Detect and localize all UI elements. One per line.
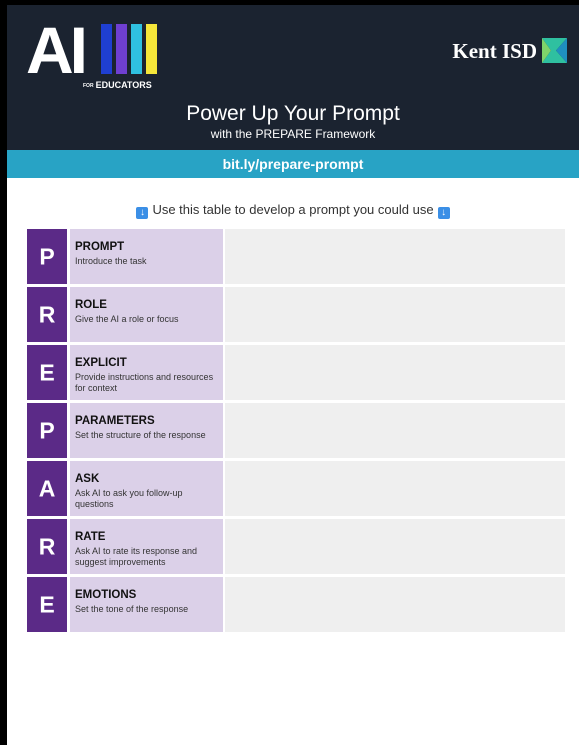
prompt-entry-cell[interactable]: [225, 519, 565, 574]
row-name: PARAMETERS: [75, 415, 155, 427]
prompt-entry-cell[interactable]: [225, 229, 565, 284]
prompt-link[interactable]: bit.ly/prepare-prompt: [223, 150, 364, 178]
document-page: AI FOR EDUCATORS Kent ISD Power Up Your P…: [7, 5, 579, 745]
row-desc: Ask AI to rate its response and suggest …: [75, 546, 198, 567]
row-letter: P: [27, 229, 67, 284]
row-description-cell: PROMPT Introduce the task: [70, 229, 223, 284]
row-desc: Provide instructions and resources for c…: [75, 372, 214, 393]
page-title: Power Up Your Prompt: [186, 102, 400, 125]
row-desc: Ask AI to ask you follow-up questions: [75, 488, 183, 509]
table-row: E EXPLICIT Provide instructions and reso…: [27, 345, 565, 400]
table-row: R RATE Ask AI to rate its response and s…: [27, 519, 565, 574]
logo-bar: [101, 24, 112, 74]
row-name: ROLE: [75, 299, 107, 311]
logo-educators-text: EDUCATORS: [95, 80, 152, 90]
prompt-entry-cell[interactable]: [225, 577, 565, 632]
prompt-entry-cell[interactable]: [225, 287, 565, 342]
table-row: E EMOTIONS Set the tone of the response: [27, 577, 565, 632]
table-row: A ASK Ask AI to ask you follow-up questi…: [27, 461, 565, 516]
row-name: PROMPT: [75, 241, 125, 253]
logo-for: FOR: [83, 82, 94, 89]
instruction-text: Use this table to develop a prompt you c…: [152, 202, 434, 217]
logo-bars: [101, 24, 161, 74]
row-description-cell: ROLE Give the AI a role or focus: [70, 287, 223, 342]
row-name: ASK: [75, 473, 100, 485]
prompt-entry-cell[interactable]: [225, 345, 565, 400]
logo-educators: FOR EDUCATORS: [83, 80, 152, 90]
table-row: P PROMPT Introduce the task: [27, 229, 565, 284]
down-arrow-icon: ↓: [437, 207, 450, 219]
logo-bar: [131, 24, 142, 74]
row-letter: E: [27, 345, 67, 400]
ai-for-educators-logo: AI FOR EDUCATORS: [26, 13, 166, 90]
row-description-cell: EMOTIONS Set the tone of the response: [70, 577, 223, 632]
table-row: R ROLE Give the AI a role or focus: [27, 287, 565, 342]
row-letter: A: [27, 461, 67, 516]
prompt-entry-cell[interactable]: [225, 461, 565, 516]
logo-bar: [116, 24, 127, 74]
row-desc: Give the AI a role or focus: [75, 314, 179, 324]
prompt-entry-cell[interactable]: [225, 403, 565, 458]
row-letter: E: [27, 577, 67, 632]
row-description-cell: EXPLICIT Provide instructions and resour…: [70, 345, 223, 400]
row-description-cell: RATE Ask AI to rate its response and sug…: [70, 519, 223, 574]
down-arrow-icon: ↓: [136, 207, 149, 219]
row-desc: Set the structure of the response: [75, 430, 206, 440]
link-band: bit.ly/prepare-prompt: [7, 150, 579, 178]
instruction-line: ↓ Use this table to develop a prompt you …: [7, 202, 579, 219]
table-row: P PARAMETERS Set the structure of the re…: [27, 403, 565, 458]
page-subtitle: with the PREPARE Framework: [210, 127, 376, 141]
row-description-cell: ASK Ask AI to ask you follow-up question…: [70, 461, 223, 516]
kent-isd-icon: [542, 38, 567, 63]
logo-text: AI: [26, 13, 88, 87]
logo-bar: [146, 24, 157, 74]
header-banner: AI FOR EDUCATORS Kent ISD Power Up Your P…: [7, 5, 579, 150]
row-name: EXPLICIT: [75, 357, 127, 369]
row-name: RATE: [75, 531, 106, 543]
row-description-cell: PARAMETERS Set the structure of the resp…: [70, 403, 223, 458]
row-name: EMOTIONS: [75, 589, 137, 601]
row-letter: P: [27, 403, 67, 458]
row-desc: Set the tone of the response: [75, 604, 189, 614]
row-desc: Introduce the task: [75, 256, 147, 266]
row-letter: R: [27, 519, 67, 574]
row-letter: R: [27, 287, 67, 342]
org-name: Kent ISD: [452, 39, 537, 63]
